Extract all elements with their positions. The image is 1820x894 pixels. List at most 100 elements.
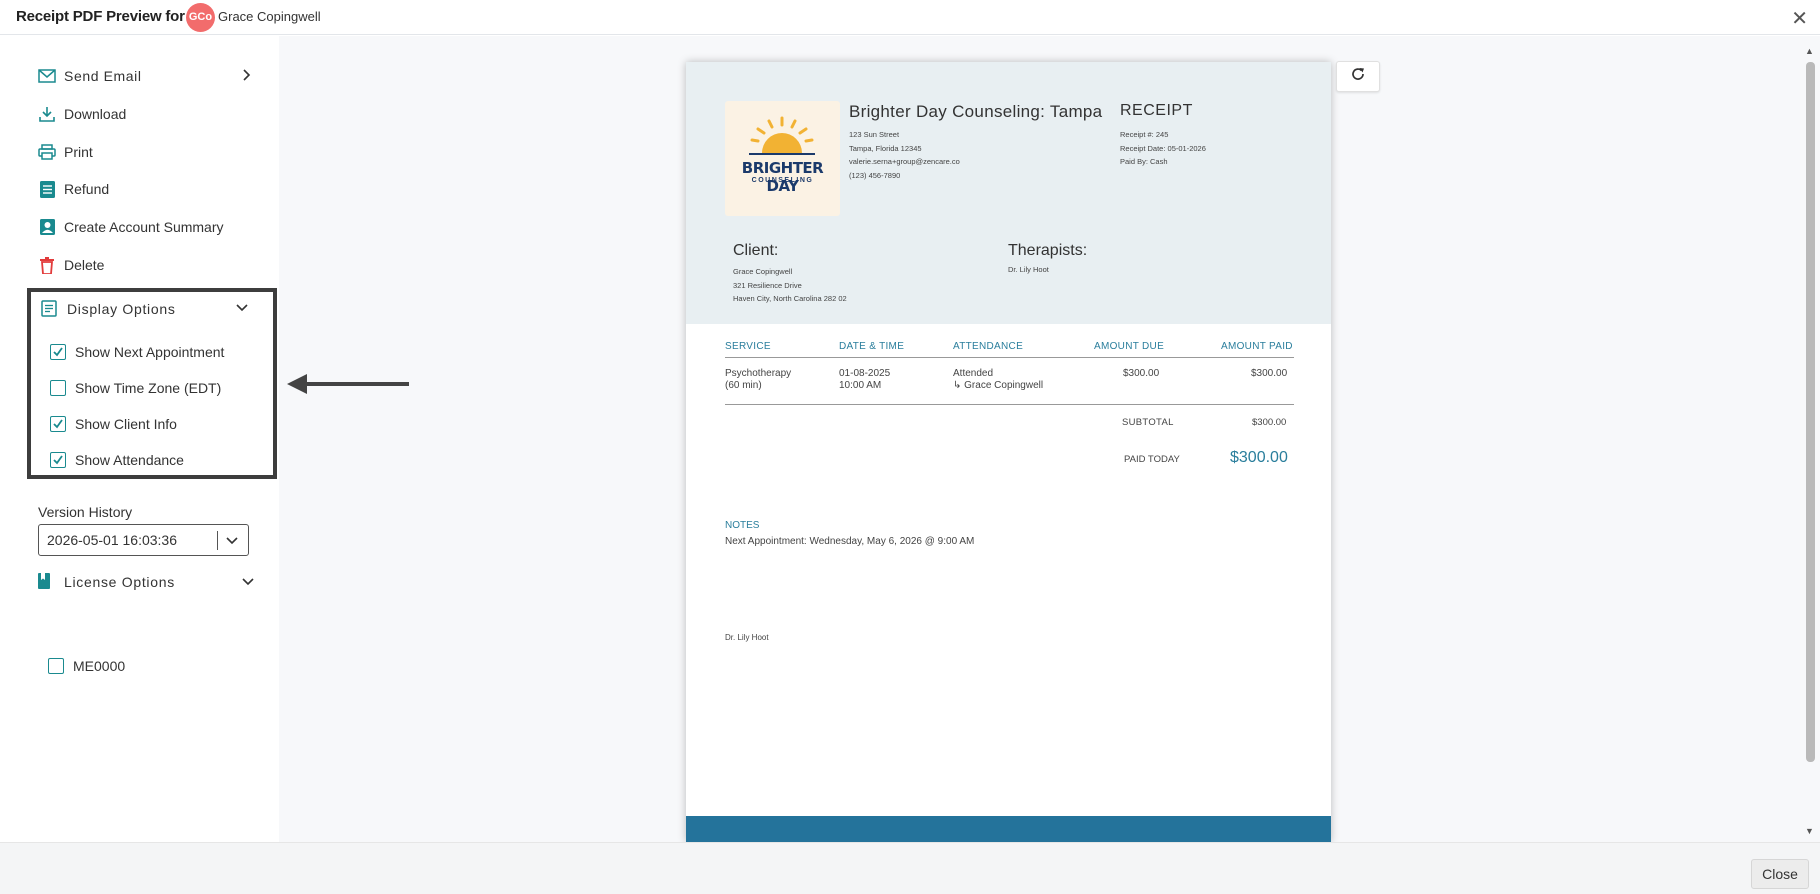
trash-icon xyxy=(38,256,56,274)
attendee-name: ↳ Grace Copingwell xyxy=(953,380,1044,391)
service-name: Psychotherapy xyxy=(725,368,792,379)
delete-button[interactable]: Delete xyxy=(38,253,104,277)
notes-text: Next Appointment: Wednesday, May 6, 2026… xyxy=(725,536,975,547)
org-phone: (123) 456-7890 xyxy=(849,170,901,180)
subtotal-value: $300.00 xyxy=(1252,417,1287,428)
checkbox-unchecked-icon xyxy=(50,380,66,396)
sun-icon xyxy=(749,116,815,155)
column-header: AMOUNT PAID xyxy=(1221,341,1293,352)
column-header: ATTENDANCE xyxy=(953,341,1024,352)
attendance-status: Attended xyxy=(953,368,994,379)
column-header: DATE & TIME xyxy=(839,341,905,352)
chevron-down-icon[interactable] xyxy=(242,573,254,589)
checkbox-checked-icon xyxy=(50,344,66,360)
table-rule xyxy=(725,357,1294,358)
close-button[interactable]: Close xyxy=(1751,859,1809,889)
title-bar: Receipt PDF Preview for GCo Grace Coping… xyxy=(0,0,1820,35)
service-duration: (60 min) xyxy=(725,380,762,391)
arrow-left-icon xyxy=(287,374,411,399)
notes-heading: NOTES xyxy=(725,520,760,531)
print-button[interactable]: Print xyxy=(38,140,93,164)
table-cell-amount-due: $300.00 xyxy=(1123,368,1160,379)
display-options-toggle[interactable]: Display Options xyxy=(41,300,176,318)
column-header: AMOUNT DUE xyxy=(1094,341,1165,352)
avatar: GCo xyxy=(186,3,215,32)
download-button[interactable]: Download xyxy=(38,102,126,126)
therapist-name: Dr. Lily Hoot xyxy=(1008,265,1049,274)
checkbox-label: Show Time Zone (EDT) xyxy=(75,380,222,396)
display-options-label: Display Options xyxy=(67,301,176,317)
client-address-line: 321 Resilience Drive xyxy=(733,280,802,290)
org-address-line: Tampa, Florida 12345 xyxy=(849,143,922,153)
client-details: Grace Copingwell 321 Resilience Drive Ha… xyxy=(733,265,847,306)
printer-icon xyxy=(38,143,56,161)
checkbox-unchecked-icon xyxy=(48,658,64,674)
refresh-icon xyxy=(1350,66,1366,87)
download-label: Download xyxy=(64,106,127,122)
receipt-number: Receipt #: 245 xyxy=(1120,130,1169,139)
therapists-heading: Therapists: xyxy=(1008,242,1088,259)
sidebar: Send Email Download Print Refund Create … xyxy=(0,36,279,842)
show-time-zone-checkbox[interactable]: Show Time Zone (EDT) xyxy=(50,380,221,396)
organization-logo: BRIGHTER DAY COUNSELING xyxy=(725,101,840,216)
print-label: Print xyxy=(64,144,93,160)
show-next-appointment-checkbox[interactable]: Show Next Appointment xyxy=(50,344,224,360)
refund-label: Refund xyxy=(64,181,110,197)
checkbox-checked-icon xyxy=(50,452,66,468)
envelope-icon xyxy=(38,67,56,85)
signature: Dr. Lily Hoot xyxy=(725,633,769,642)
checkbox-label: Show Attendance xyxy=(75,452,184,468)
org-address-line: 123 Sun Street xyxy=(849,130,900,139)
scroll-thumb[interactable] xyxy=(1806,62,1815,762)
license-options-toggle[interactable]: License Options xyxy=(38,573,175,591)
table-cell-service: Psychotherapy (60 min) xyxy=(725,368,791,392)
receipt-date: Receipt Date: 05-01-2026 xyxy=(1120,143,1206,153)
receipt-footer-band xyxy=(686,816,1331,842)
table-cell-date: 01-08-2025 10:00 AM xyxy=(839,368,890,392)
account-icon xyxy=(38,218,56,236)
checkbox-label: ME0000 xyxy=(73,658,126,674)
show-client-info-checkbox[interactable]: Show Client Info xyxy=(50,416,177,432)
paid-today-value: $300.00 xyxy=(1230,449,1288,466)
service-date: 01-08-2025 xyxy=(839,368,891,379)
scroll-down-icon[interactable]: ▼ xyxy=(1805,826,1814,836)
footer-bar: Close xyxy=(0,842,1820,894)
chevron-down-icon[interactable] xyxy=(236,299,248,315)
client-address-line: Haven City, North Carolina 282 02 xyxy=(733,294,847,303)
close-icon[interactable]: ✕ xyxy=(1791,6,1808,31)
table-cell-attendance: Attended ↳ Grace Copingwell xyxy=(953,368,1043,392)
paid-today-label: PAID TODAY xyxy=(1124,454,1180,465)
select-divider xyxy=(217,531,218,550)
bookmark-icon xyxy=(38,573,56,591)
download-icon xyxy=(38,105,56,123)
table-cell-amount-paid: $300.00 xyxy=(1251,368,1288,379)
client-name: Grace Copingwell xyxy=(733,267,793,276)
license-me0000-checkbox[interactable]: ME0000 xyxy=(48,658,125,674)
version-history-select[interactable]: 2026-05-01 16:03:36 xyxy=(38,524,249,556)
license-options-label: License Options xyxy=(64,574,175,590)
organization-name: Brighter Day Counseling: Tampa xyxy=(849,102,1103,121)
subtotal-label: SUBTOTAL xyxy=(1122,417,1174,428)
service-time: 10:00 AM xyxy=(839,380,882,391)
send-email-button[interactable]: Send Email xyxy=(38,64,251,88)
client-name: Grace Copingwell xyxy=(218,9,321,24)
create-account-summary-button[interactable]: Create Account Summary xyxy=(38,215,224,239)
paid-by: Paid By: Cash xyxy=(1120,157,1168,166)
checkbox-label: Show Client Info xyxy=(75,416,177,432)
receipt-icon xyxy=(38,180,56,198)
delete-label: Delete xyxy=(64,257,105,273)
refresh-button[interactable] xyxy=(1336,61,1380,92)
receipt-page: BRIGHTER DAY COUNSELING Brighter Day Cou… xyxy=(686,62,1331,842)
checkbox-checked-icon xyxy=(50,416,66,432)
checkbox-label: Show Next Appointment xyxy=(75,344,225,360)
chevron-right-icon xyxy=(242,68,252,84)
scroll-up-icon[interactable]: ▲ xyxy=(1805,46,1814,56)
column-header: SERVICE xyxy=(725,341,771,352)
dialog-title: Receipt PDF Preview for xyxy=(16,8,185,25)
client-heading: Client: xyxy=(733,242,779,259)
refund-button[interactable]: Refund xyxy=(38,177,109,201)
scrollbar[interactable]: ▲ ▼ xyxy=(1800,36,1820,842)
chevron-down-icon xyxy=(225,531,239,552)
table-rule xyxy=(725,404,1294,405)
show-attendance-checkbox[interactable]: Show Attendance xyxy=(50,452,184,468)
